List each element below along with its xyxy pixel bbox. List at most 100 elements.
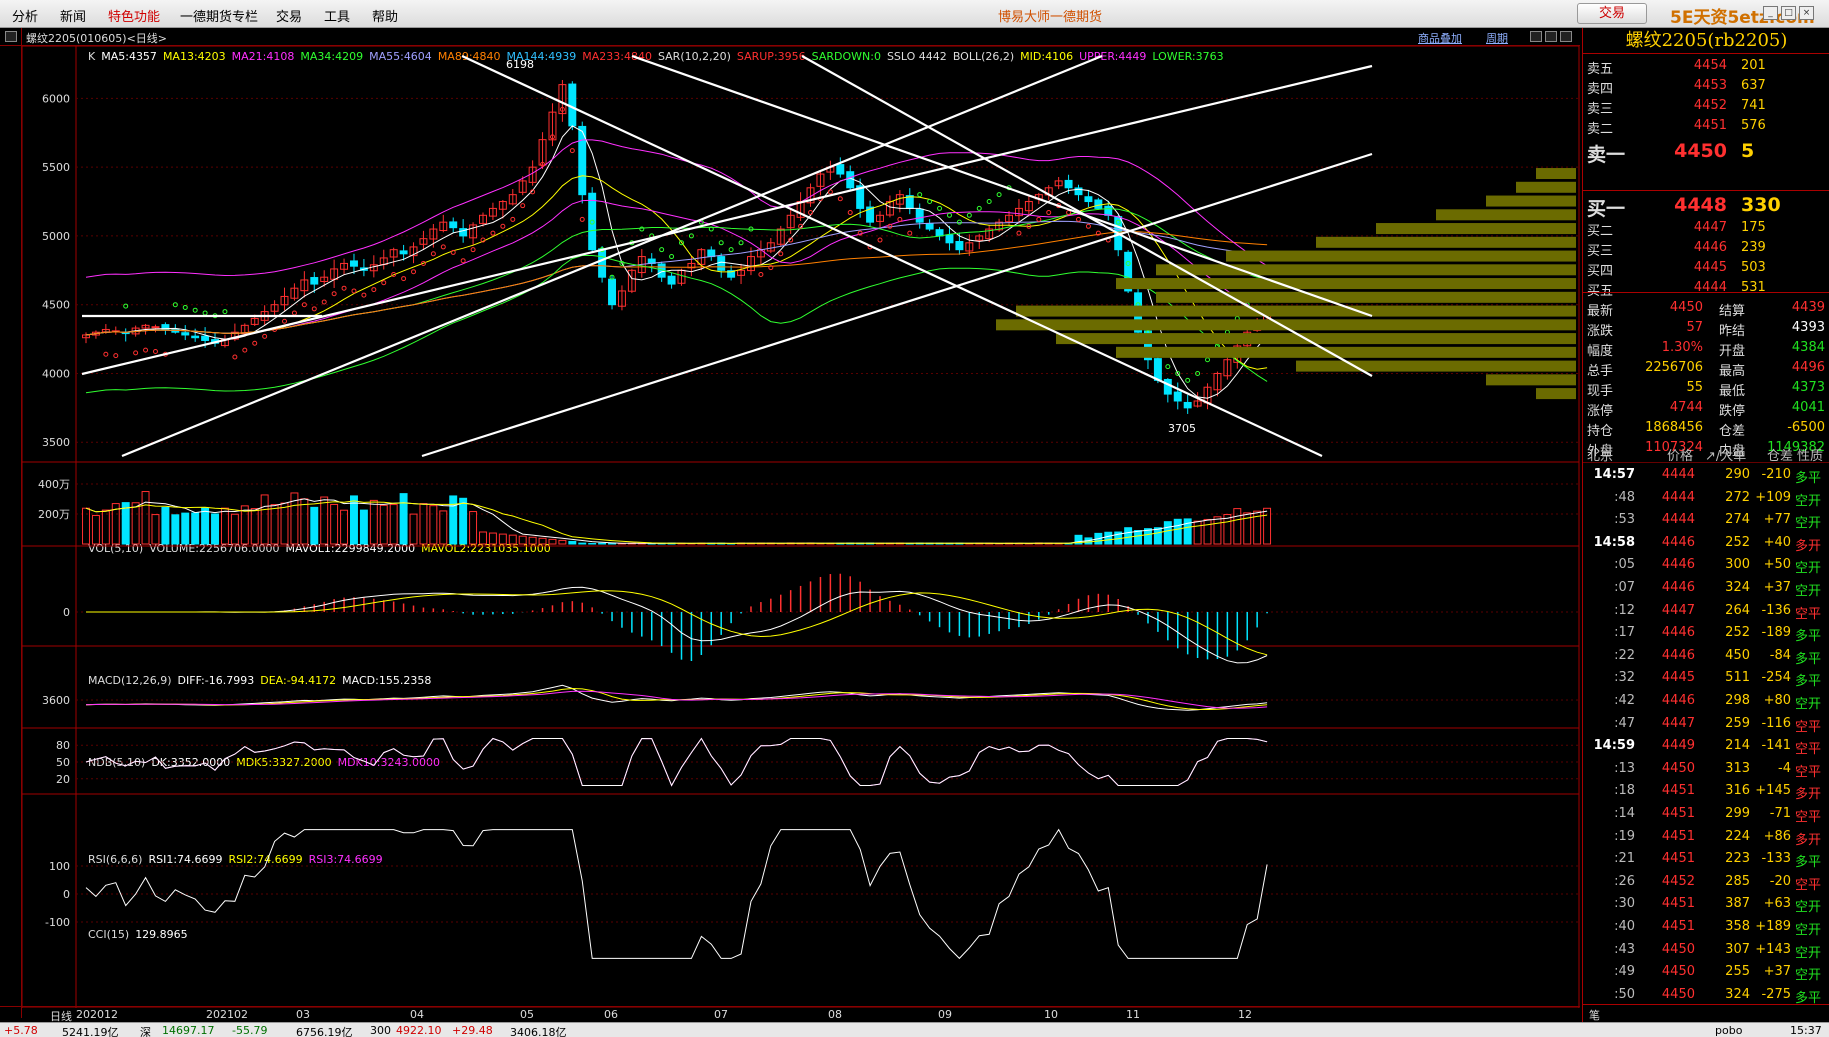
tick-time: :49 bbox=[1614, 964, 1635, 980]
sar-dot bbox=[758, 271, 764, 277]
ask-row[interactable]: 卖三 4452 741 bbox=[1583, 98, 1829, 118]
tick-row: :07 4446 324 +37 空开 bbox=[1583, 578, 1829, 600]
date-label: 202012 bbox=[76, 1008, 118, 1021]
ask-row[interactable]: 卖一 4450 5 bbox=[1583, 140, 1829, 166]
stat-value: 4393 bbox=[1791, 320, 1825, 335]
macd-tick-label: 0 bbox=[63, 606, 70, 619]
sar-dot bbox=[937, 205, 943, 211]
tick-nature: 空开 bbox=[1795, 561, 1822, 577]
menu-tools[interactable]: 工具 bbox=[324, 6, 350, 25]
volume-bar bbox=[320, 496, 329, 545]
stat-value: 1868456 bbox=[1645, 420, 1703, 435]
tick-volume: 272 bbox=[1725, 489, 1750, 505]
candle-body bbox=[598, 248, 607, 278]
menu-help[interactable]: 帮助 bbox=[372, 6, 398, 25]
candle-body bbox=[667, 275, 676, 285]
ask-row[interactable]: 卖五 4454 201 bbox=[1583, 58, 1829, 78]
period-link[interactable]: 周期 bbox=[1486, 30, 1508, 46]
layout-icon-3[interactable] bbox=[1560, 31, 1572, 42]
tick-volume: 387 bbox=[1725, 896, 1750, 912]
bid-row[interactable]: 买一 4448 330 bbox=[1583, 194, 1829, 220]
maximize-icon[interactable]: □ bbox=[1781, 6, 1796, 20]
date-label: 202102 bbox=[206, 1008, 248, 1021]
ask-row[interactable]: 卖四 4453 637 bbox=[1583, 78, 1829, 98]
price-tick-label: 5500 bbox=[42, 161, 70, 174]
quote-volume: 576 bbox=[1741, 118, 1766, 133]
tick-volume: 307 bbox=[1725, 941, 1750, 957]
menu-trade[interactable]: 交易 bbox=[276, 6, 302, 25]
tick-header-vol: ↗/大单 bbox=[1705, 449, 1747, 464]
menu-news[interactable]: 新闻 bbox=[60, 6, 86, 25]
ask-row[interactable]: 卖二 4451 576 bbox=[1583, 118, 1829, 138]
close-icon[interactable]: × bbox=[1799, 6, 1814, 20]
minimize-icon[interactable]: _ bbox=[1763, 6, 1778, 20]
candle-body bbox=[449, 221, 458, 229]
candle-body bbox=[350, 260, 358, 267]
trade-button[interactable]: 交易 bbox=[1577, 3, 1647, 24]
tick-price: 4447 bbox=[1661, 715, 1695, 731]
sar-dot bbox=[827, 189, 833, 195]
menu-column[interactable]: 一德期货专栏 bbox=[180, 6, 258, 25]
volume-profile-bar bbox=[1536, 388, 1576, 400]
sar-dot bbox=[500, 223, 506, 229]
tick-nature: 空平 bbox=[1795, 764, 1822, 780]
bid-row[interactable]: 买五 4444 531 bbox=[1583, 280, 1829, 300]
bid-row[interactable]: 买二 4447 175 bbox=[1583, 220, 1829, 240]
quote-panel: 螺纹2205(rb2205) 卖五 4454 201 卖四 4453 637 卖三 … bbox=[1582, 28, 1829, 1022]
tick-row: :21 4451 223 -133 多平 bbox=[1583, 849, 1829, 871]
tick-oi-change: +63 bbox=[1763, 896, 1791, 912]
sar-dot bbox=[1185, 377, 1191, 383]
tick-price: 4447 bbox=[1661, 602, 1695, 618]
tick-nature: 多平 bbox=[1795, 629, 1822, 645]
sar-dot bbox=[113, 353, 119, 359]
tick-time: :42 bbox=[1614, 693, 1635, 708]
candle-body bbox=[588, 192, 597, 251]
tick-time: :05 bbox=[1614, 557, 1635, 573]
sar-dot bbox=[252, 340, 258, 346]
status-item: pobo bbox=[1715, 1024, 1743, 1037]
panel-bottom: 笔 bbox=[1583, 1004, 1829, 1022]
layout-icon-1[interactable] bbox=[1530, 31, 1542, 42]
candle-body bbox=[707, 249, 716, 258]
volume-bar bbox=[389, 504, 398, 545]
tick-row: :49 4450 255 +37 空开 bbox=[1583, 962, 1829, 984]
stat-value: -6500 bbox=[1787, 420, 1825, 435]
tick-time: :12 bbox=[1614, 602, 1635, 618]
sar-dot bbox=[282, 318, 287, 324]
ticks-tab[interactable]: 笔 bbox=[1589, 1007, 1600, 1023]
menu-features[interactable]: 特色功能 bbox=[108, 6, 160, 25]
stat-value: 4373 bbox=[1791, 380, 1825, 395]
vol-ma5 bbox=[85, 498, 1268, 544]
boll-upper bbox=[85, 139, 1268, 278]
tick-time: :26 bbox=[1614, 873, 1635, 889]
menu-analysis[interactable]: 分析 bbox=[12, 6, 38, 25]
layout-icon-2[interactable] bbox=[1545, 31, 1557, 42]
volume-bar bbox=[409, 513, 418, 545]
tick-row: :47 4447 259 -116 空平 bbox=[1583, 714, 1829, 736]
date-label: 08 bbox=[828, 1008, 842, 1021]
tick-nature: 空平 bbox=[1795, 877, 1822, 893]
tick-row: :12 4447 264 -136 空平 bbox=[1583, 601, 1829, 623]
ma-line bbox=[85, 220, 1268, 336]
tick-row: :42 4446 298 +80 空开 bbox=[1583, 691, 1829, 713]
tick-nature: 空开 bbox=[1795, 968, 1822, 984]
ndb-mdk5 bbox=[85, 687, 1268, 711]
volume-bar bbox=[260, 494, 269, 545]
kline-chart[interactable]: 60005500500045004000350061983705400万200万… bbox=[22, 46, 1580, 1008]
sar-dot bbox=[262, 333, 268, 339]
volume-bar bbox=[578, 542, 587, 545]
tick-volume: 324 bbox=[1725, 986, 1750, 1002]
tick-volume: 214 bbox=[1725, 738, 1750, 754]
quote-label: 买一 bbox=[1587, 198, 1626, 220]
overlay-link[interactable]: 商品叠加 bbox=[1418, 30, 1462, 46]
volume-bar bbox=[121, 502, 130, 545]
ndb-tick-label: 3600 bbox=[42, 694, 70, 707]
tick-row: :19 4451 224 +86 多开 bbox=[1583, 827, 1829, 849]
tick-price: 4450 bbox=[1661, 964, 1695, 980]
stat-value: 4744 bbox=[1669, 400, 1703, 415]
bid-row[interactable]: 买四 4445 503 bbox=[1583, 260, 1829, 280]
tick-volume: 300 bbox=[1725, 557, 1750, 573]
tick-volume: 358 bbox=[1725, 919, 1750, 934]
tick-header-nature: 性质 bbox=[1797, 449, 1824, 464]
bid-row[interactable]: 买三 4446 239 bbox=[1583, 240, 1829, 260]
